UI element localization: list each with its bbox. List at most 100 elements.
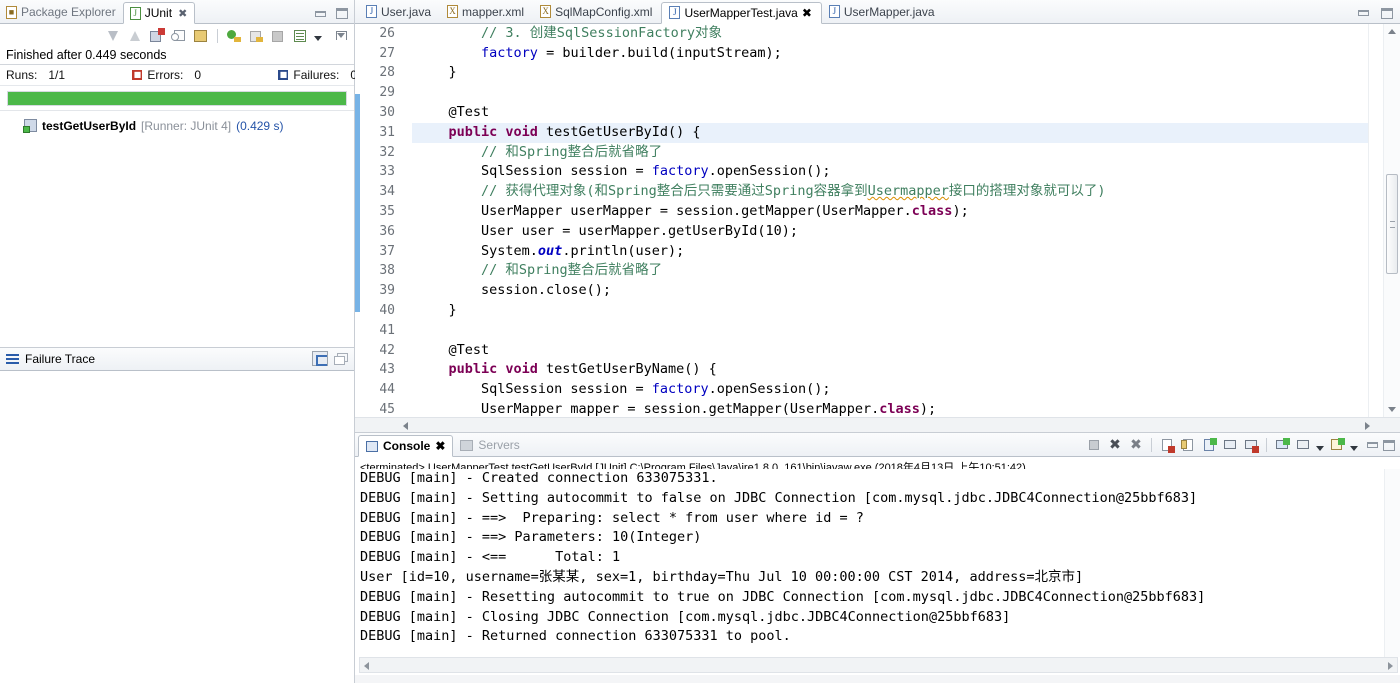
tab-user-java[interactable]: J User.java [359,1,440,23]
console-horizontal-scrollbar[interactable] [359,657,1398,673]
failures-icon: ■ [278,70,289,80]
tab-console[interactable]: Console ✖ [358,435,454,457]
list-item[interactable]: testGetUserById [Runner: JUnit 4] (0.429… [0,117,354,134]
tab-package-explorer[interactable]: ■ Package Explorer [0,1,123,23]
test-run-history-icon[interactable] [292,28,308,44]
tab-junit[interactable]: J JUnit ✖ [122,2,196,24]
tab-usermappertest-java-label: UserMapperTest.java [684,5,798,20]
code-line[interactable]: // 获得代理对象(和Spring整合后只需要通过Spring容器拿到Userm… [412,182,1368,202]
stop-icon[interactable] [270,28,286,44]
scroll-right-icon[interactable] [1365,422,1370,430]
console-line: DEBUG [main] - <== Total: 1 [360,549,621,566]
code-line[interactable]: // 和Spring整合后就省略了 [412,143,1368,163]
word-wrap-icon[interactable] [1201,437,1217,453]
pin-console-icon[interactable] [1274,437,1290,453]
line-number: 28 [379,65,395,81]
code-token: .openSession(); [708,381,831,398]
minimize-icon[interactable] [1358,10,1369,17]
scroll-up-icon[interactable] [1388,28,1396,34]
code-line[interactable] [412,83,1368,103]
open-console-dropdown-icon[interactable] [1350,445,1358,451]
remove-launch-icon[interactable]: ✖ [1107,437,1123,453]
editor-vertical-scrollbar[interactable] [1383,23,1400,417]
code-token: session.close(); [416,282,612,299]
code-line[interactable]: } [412,301,1368,321]
scroll-lock-icon[interactable] [1180,437,1196,453]
console-bottom-strip [355,675,1400,683]
close-icon[interactable]: ✖ [178,7,187,20]
rerun-test-icon[interactable] [226,28,242,44]
code-line[interactable]: User user = userMapper.getUserById(10); [412,222,1368,242]
scrollbar-thumb[interactable] [1386,173,1398,274]
console-line: DEBUG [main] - Closing JDBC Connection [… [360,608,1011,625]
code-line[interactable]: public void testGetUserById() { [412,122,1368,143]
close-icon[interactable]: ✖ [435,439,445,453]
line-number: 31 [379,124,395,140]
editor-horizontal-scrollbar[interactable] [355,417,1400,432]
code-line[interactable]: UserMapper mapper = session.getMapper(Us… [412,400,1368,417]
previous-failure-icon[interactable] [127,28,143,44]
code-line[interactable]: SqlSession session = factory.openSession… [412,162,1368,182]
next-failure-icon[interactable] [105,28,121,44]
package-explorer-icon: ■ [6,5,17,19]
junit-test-tree[interactable]: testGetUserById [Runner: JUnit 4] (0.429… [0,110,354,347]
scroll-left-icon[interactable] [364,662,369,670]
code-line[interactable]: // 和Spring整合后就省略了 [412,261,1368,281]
console-output[interactable]: DEBUG [main] - Created connection 633075… [355,469,1400,657]
show-console-on-error-icon[interactable] [1243,437,1259,453]
remove-all-terminated-icon[interactable]: ✖ [1128,437,1144,453]
console-vertical-scrollbar[interactable] [1384,469,1400,657]
code-line[interactable]: System.out.println(user); [412,242,1368,262]
maximize-icon[interactable] [1381,7,1393,19]
display-selected-console-icon[interactable] [1295,437,1311,453]
code-line[interactable]: factory = builder.build(inputStream); [412,44,1368,64]
line-number: 26 [379,25,395,41]
maximize-icon[interactable] [1383,439,1395,451]
close-icon[interactable]: ✖ [802,6,812,20]
code-line[interactable]: UserMapper userMapper = session.getMappe… [412,202,1368,222]
lock-scroll-icon[interactable] [193,28,209,44]
code-line[interactable]: public void testGetUserByName() { [412,360,1368,380]
tab-usermappertest-java[interactable]: J UserMapperTest.java ✖ [661,1,822,24]
minimize-icon[interactable] [1367,442,1378,448]
select-all-icon[interactable] [312,351,328,366]
scroll-right-icon[interactable] [1388,662,1393,670]
code-line[interactable]: session.close(); [412,281,1368,301]
xml-file-icon: X [540,5,552,19]
tab-usermapper-java[interactable]: J UserMapper.java [822,1,944,23]
stop-junit-icon[interactable] [171,28,187,44]
scroll-left-icon[interactable] [403,422,408,430]
junit-status-text: Finished after 0.449 seconds [0,47,354,65]
open-console-icon[interactable] [1329,437,1345,453]
display-selected-console-dropdown-icon[interactable] [1316,445,1324,451]
toolbar-separator [1266,438,1267,452]
restore-view-icon[interactable] [334,352,348,365]
maximize-icon[interactable] [336,8,348,19]
code-token: factory [651,163,709,180]
code-line[interactable]: @Test [412,103,1368,123]
code-line[interactable]: SqlSession session = factory.openSession… [412,380,1368,400]
tab-mapper-xml[interactable]: X mapper.xml [440,1,533,23]
overview-ruler[interactable] [1368,23,1383,417]
show-failures-only-icon[interactable] [149,27,165,44]
minimize-icon[interactable] [315,10,326,17]
failure-trace-buttons [312,351,348,366]
code-text[interactable]: // 3. 创建SqlSessionFactory对象 factory = bu… [412,24,1368,417]
view-menu-icon[interactable] [336,31,347,40]
code-line[interactable]: @Test [412,341,1368,361]
code-line[interactable]: } [412,63,1368,83]
rerun-failed-icon[interactable] [248,28,264,44]
code-line[interactable]: // 3. 创建SqlSessionFactory对象 [412,24,1368,44]
code-line[interactable] [412,321,1368,341]
view-menu-dropdown-icon[interactable] [314,36,322,41]
code-token: ); [919,400,937,417]
folding-column[interactable] [398,23,412,417]
clear-console-icon[interactable] [1159,437,1175,453]
tab-sqlmapconfig-xml[interactable]: X SqlMapConfig.xml [533,1,661,23]
show-console-on-output-icon[interactable] [1222,437,1238,453]
tab-servers[interactable]: Servers [453,434,526,456]
scroll-down-icon[interactable] [1388,407,1396,412]
terminate-icon[interactable] [1086,437,1102,453]
